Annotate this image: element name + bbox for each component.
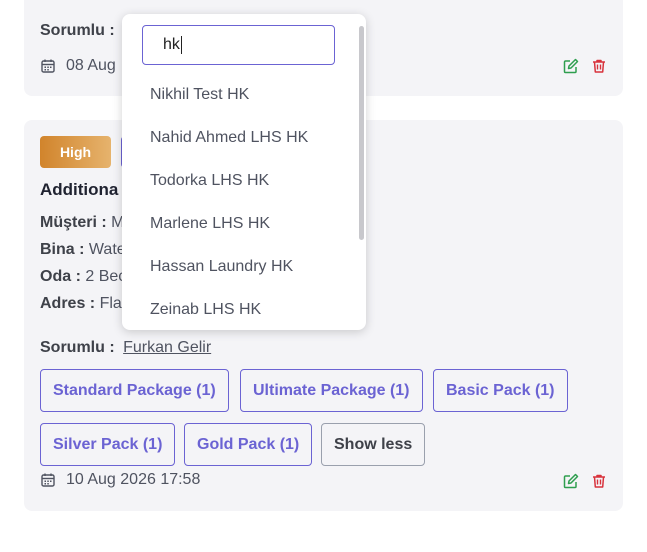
- dropdown-option[interactable]: Todorka LHS HK: [150, 172, 269, 190]
- package-button[interactable]: Standard Package (1): [40, 369, 229, 412]
- task-title: Additiona: [40, 180, 119, 199]
- responsible-label: Sorumlu :: [40, 22, 115, 39]
- priority-badge: High: [40, 136, 111, 168]
- responsible-row: Sorumlu : Furkan Gelir: [40, 339, 211, 357]
- responsible-link[interactable]: Furkan Gelir: [123, 339, 211, 356]
- package-button[interactable]: Basic Pack (1): [433, 369, 568, 412]
- field-label: Müşteri :: [40, 214, 107, 231]
- field-row: Bina : Wate: [40, 241, 126, 259]
- responsible-label: Sorumlu :: [40, 339, 115, 356]
- task-date: 10 Aug 2026 17:58: [66, 471, 201, 488]
- field-value: Wate: [88, 241, 126, 258]
- dropdown-scrollbar[interactable]: [359, 26, 364, 240]
- dropdown-option[interactable]: Nikhil Test HK: [150, 86, 249, 104]
- assignee-dropdown: hk Nikhil Test HK Nahid Ahmed LHS HK Tod…: [122, 14, 366, 330]
- text-caret: [180, 36, 182, 54]
- dropdown-option[interactable]: Nahid Ahmed LHS HK: [150, 129, 308, 147]
- field-label: Oda :: [40, 268, 81, 285]
- package-button[interactable]: Gold Pack (1): [184, 423, 313, 466]
- field-label: Adres :: [40, 295, 96, 312]
- package-button[interactable]: Ultimate Package (1): [240, 369, 423, 412]
- card-actions: [563, 473, 607, 489]
- calendar-icon: [41, 473, 55, 487]
- dropdown-search-input[interactable]: hk: [142, 25, 335, 65]
- edit-icon[interactable]: [563, 473, 579, 489]
- card-actions: [563, 58, 607, 74]
- field-value: 2 Bec: [85, 268, 127, 285]
- delete-icon[interactable]: [591, 473, 607, 489]
- date-row: 10 Aug 2026 17:58: [40, 471, 200, 489]
- field-label: Bina :: [40, 241, 85, 258]
- show-less-button[interactable]: Show less: [321, 423, 426, 466]
- field-row: Müşteri : M: [40, 214, 124, 232]
- field-value: Fla: [99, 295, 122, 312]
- field-row: Adres : Fla: [40, 295, 122, 313]
- date-row: 08 Aug: [40, 57, 116, 75]
- page: Sorumlu : 08 Aug High Additiona Müşteri …: [0, 0, 647, 552]
- dropdown-option[interactable]: Hassan Laundry HK: [150, 258, 293, 276]
- responsible-row: Sorumlu :: [40, 22, 115, 40]
- field-row: Oda : 2 Bec: [40, 268, 126, 286]
- task-date: 08 Aug: [66, 57, 116, 74]
- package-button[interactable]: Silver Pack (1): [40, 423, 176, 466]
- search-input-value: hk: [163, 36, 180, 53]
- dropdown-option[interactable]: Marlene LHS HK: [150, 215, 270, 233]
- delete-icon[interactable]: [591, 58, 607, 74]
- dropdown-option[interactable]: Zeinab LHS HK: [150, 301, 261, 319]
- edit-icon[interactable]: [563, 58, 579, 74]
- calendar-icon: [41, 59, 55, 73]
